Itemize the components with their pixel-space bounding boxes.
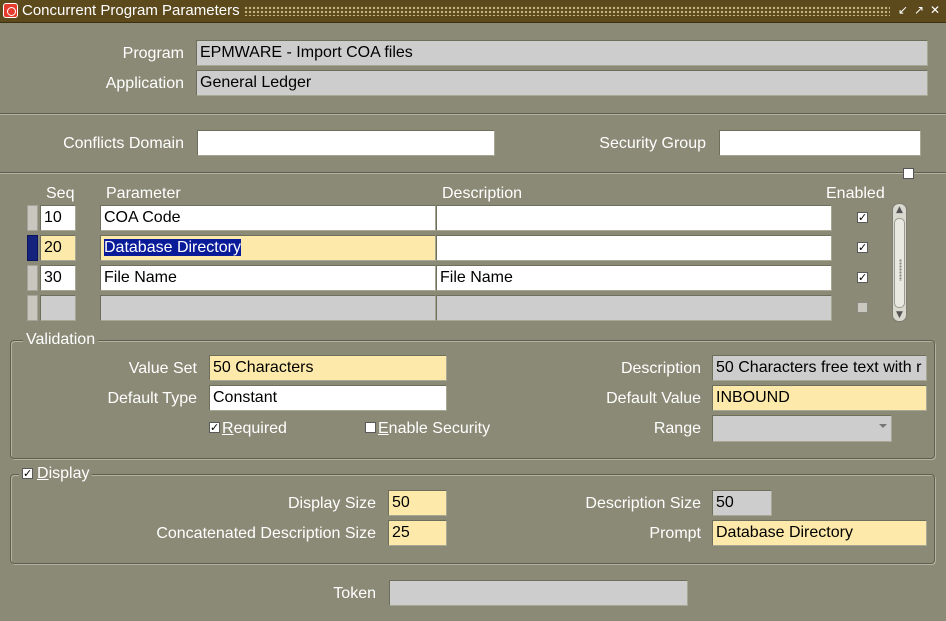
scrollbar-thumb[interactable] — [894, 218, 905, 308]
program-label: Program — [122, 45, 184, 62]
divider — [0, 172, 946, 174]
display-size-label: Display Size — [287, 495, 376, 512]
token-label: Token — [333, 585, 376, 602]
validation-legend: Validation — [23, 331, 99, 349]
conflicts-domain-label: Conflicts Domain — [63, 135, 184, 152]
display-frame — [10, 474, 935, 564]
enable-security-mnemonic: E — [378, 420, 389, 437]
display-size-field[interactable]: 50 — [388, 490, 447, 516]
display-mnemonic: D — [37, 465, 49, 482]
seq-cell[interactable]: 20 — [40, 235, 76, 261]
minimize-icon[interactable]: ↙ — [896, 3, 910, 17]
parameter-cell-selected[interactable]: Database Directory — [100, 235, 436, 261]
description-cell[interactable] — [436, 295, 832, 321]
prompt-field[interactable]: Database Directory — [712, 520, 927, 546]
default-type-field[interactable]: Constant — [209, 385, 447, 411]
oracle-logo-icon — [3, 3, 18, 18]
enabled-checkbox[interactable] — [857, 302, 868, 313]
parameter-cell[interactable] — [100, 295, 436, 321]
application-field[interactable]: General Ledger — [196, 70, 928, 96]
concat-description-size-label: Concatenated Description Size — [156, 525, 376, 542]
enable-security-label-text: nable Security — [388, 420, 491, 437]
range-label: Range — [653, 420, 701, 437]
grip-dots-icon — [899, 259, 902, 281]
title-bar: Concurrent Program Parameters ↙ ↗ ✕ — [0, 0, 946, 23]
value-set-field[interactable]: 50 Characters — [209, 355, 447, 381]
default-type-label: Default Type — [107, 390, 197, 407]
selected-text: Database Directory — [104, 239, 241, 256]
row-selector[interactable] — [27, 295, 38, 321]
required-checkbox[interactable]: ✓ — [209, 422, 220, 433]
description-cell[interactable]: File Name — [436, 265, 832, 291]
required-mnemonic: R — [222, 420, 234, 437]
description-cell[interactable] — [436, 205, 832, 231]
maximize-icon[interactable]: ↗ — [912, 3, 926, 17]
enabled-checkbox[interactable]: ✓ — [857, 272, 868, 283]
column-header-parameter: Parameter — [106, 185, 181, 202]
chevron-down-icon[interactable] — [879, 424, 887, 428]
folder-toggle-icon[interactable] — [903, 168, 914, 179]
row-selector-active[interactable] — [27, 235, 38, 261]
default-value-label: Default Value — [606, 390, 701, 407]
description-cell[interactable] — [436, 235, 832, 261]
display-legend-text: isplay — [48, 465, 90, 482]
concat-description-size-field[interactable]: 25 — [388, 520, 447, 546]
display-checkbox[interactable]: ✓ — [22, 468, 33, 479]
window-title: Concurrent Program Parameters — [22, 2, 240, 19]
scroll-up-icon[interactable]: ▲ — [893, 205, 906, 215]
column-header-seq: Seq — [46, 185, 75, 202]
validation-description-field[interactable]: 50 Characters free text with r — [712, 355, 927, 381]
required-label-text: equired — [233, 420, 287, 437]
security-group-label: Security Group — [599, 135, 706, 152]
range-dropdown[interactable] — [712, 415, 892, 442]
enable-security-label[interactable]: Enable Security — [378, 420, 490, 438]
vertical-scrollbar[interactable]: ▲ ▼ — [892, 203, 907, 322]
column-header-description: Description — [442, 185, 523, 202]
enabled-checkbox[interactable]: ✓ — [857, 212, 868, 223]
application-label: Application — [105, 75, 184, 92]
row-selector[interactable] — [27, 265, 38, 291]
parameter-cell[interactable]: File Name — [100, 265, 436, 291]
prompt-label: Prompt — [649, 525, 701, 542]
divider — [0, 113, 946, 115]
value-set-label: Value Set — [128, 360, 197, 377]
required-label[interactable]: Required — [222, 420, 287, 438]
token-field[interactable] — [389, 580, 688, 606]
seq-cell[interactable] — [40, 295, 76, 321]
seq-cell[interactable]: 10 — [40, 205, 76, 231]
row-selector[interactable] — [27, 205, 38, 231]
column-header-enabled: Enabled — [826, 185, 885, 202]
security-group-field[interactable] — [719, 130, 921, 156]
validation-description-label: Description — [620, 360, 701, 377]
description-size-field[interactable]: 50 — [712, 490, 772, 516]
conflicts-domain-field[interactable] — [197, 130, 495, 156]
close-icon[interactable]: ✕ — [928, 3, 942, 17]
title-bar-grip[interactable] — [244, 6, 890, 16]
program-field[interactable]: EPMWARE - Import COA files — [196, 40, 928, 66]
default-value-field[interactable]: INBOUND — [712, 385, 927, 411]
enabled-checkbox[interactable]: ✓ — [857, 242, 868, 253]
scroll-down-icon[interactable]: ▼ — [893, 310, 906, 320]
parameter-cell[interactable]: COA Code — [100, 205, 436, 231]
enable-security-checkbox[interactable] — [365, 422, 376, 433]
seq-cell[interactable]: 30 — [40, 265, 76, 291]
description-size-label: Description Size — [585, 495, 701, 512]
